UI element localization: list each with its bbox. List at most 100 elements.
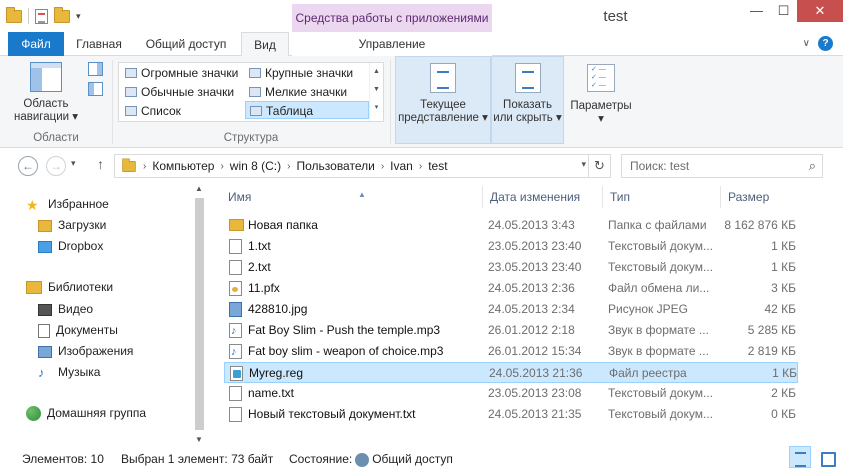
file-name: 11.pfx <box>248 281 280 295</box>
nav-label: Загрузки <box>58 218 107 232</box>
quick-access-toolbar: ▾ <box>6 6 81 24</box>
file-name: 1.txt <box>248 239 271 253</box>
pfx-file-icon <box>229 281 242 296</box>
layout-gallery-scroll[interactable]: ▲ ▼ ▾ <box>369 63 383 121</box>
address-dropdown-icon[interactable]: ▾ <box>581 159 586 170</box>
file-date: 24.05.2013 2:36 <box>488 281 575 295</box>
layout-large[interactable]: Крупные значки <box>245 64 367 82</box>
nav-homegroup[interactable]: Домашняя группа <box>26 403 146 423</box>
breadcrumb-separator[interactable]: › <box>141 161 148 172</box>
refresh-button[interactable]: ↻ <box>588 155 610 177</box>
file-name: Myreg.reg <box>249 366 304 380</box>
file-name: Fat Boy Slim - Push the temple.mp3 <box>248 323 441 337</box>
documents-icon <box>38 323 50 338</box>
layout-small[interactable]: Мелкие значки <box>245 83 367 101</box>
breadcrumb-users[interactable]: Пользователи <box>292 159 378 173</box>
forward-button[interactable]: → <box>46 156 66 176</box>
folder-file-icon <box>229 219 244 231</box>
minimize-button[interactable]: — <box>743 0 770 22</box>
nav-libraries[interactable]: Библиотеки <box>26 277 113 297</box>
layout-medium[interactable]: Обычные значки <box>121 83 243 101</box>
file-size: 1 КБ <box>771 239 796 253</box>
file-row[interactable]: 11.pfx 24.05.2013 2:36 Файл обмена ли... 3 … <box>224 278 798 299</box>
tab-view[interactable]: Вид <box>241 32 289 57</box>
new-folder-icon[interactable] <box>54 6 70 23</box>
ribbon-right-controls: ∨ ? <box>803 36 833 51</box>
column-header-size[interactable]: Размер <box>720 184 800 210</box>
file-name: 2.txt <box>248 260 271 274</box>
column-header-name[interactable]: Имя ▲ <box>220 184 482 210</box>
preview-pane-icon[interactable] <box>88 62 103 76</box>
dropbox-icon <box>38 240 52 253</box>
nav-video[interactable]: Видео <box>38 299 93 319</box>
current-view-button[interactable]: Текущее представление ▾ <box>395 56 491 144</box>
scrollbar-thumb[interactable] <box>195 198 204 430</box>
folder-icon[interactable] <box>6 6 22 23</box>
file-row[interactable]: Новый текстовый документ.txt 24.05.2013 2… <box>224 404 798 425</box>
show-hide-button[interactable]: Показать или скрыть ▾ <box>491 56 564 144</box>
file-row[interactable]: Myreg.reg 24.05.2013 21:36 Файл реестра 1 К… <box>224 362 798 383</box>
file-name: Новая папка <box>248 218 318 232</box>
group-label-layout: Структура <box>223 132 279 144</box>
file-row[interactable]: name.txt 23.05.2013 23:08 Текстовый докум.… <box>224 383 798 404</box>
breadcrumb-separator[interactable]: › <box>417 161 424 172</box>
details-view-toggle[interactable] <box>789 446 811 468</box>
back-button[interactable]: ← <box>18 156 38 176</box>
nav-images[interactable]: Изображения <box>38 341 133 361</box>
breadcrumb-separator[interactable]: › <box>285 161 292 172</box>
show-hide-icon <box>514 63 541 93</box>
maximize-button[interactable]: ☐ <box>770 0 797 22</box>
file-row[interactable]: 428810.jpg 24.05.2013 2:34 Рисунок JPEG 42 … <box>224 299 798 320</box>
file-row[interactable]: Новая папка 24.05.2013 3:43 Папка с файлам… <box>224 215 798 236</box>
breadcrumb-user[interactable]: Ivan <box>386 159 417 173</box>
collapse-ribbon-icon[interactable]: ∨ <box>803 38 810 49</box>
options-button[interactable]: Параметры▾ <box>568 56 634 126</box>
tab-share[interactable]: Общий доступ <box>136 32 236 56</box>
nav-favorites[interactable]: ★ Избранное <box>26 194 109 214</box>
jpg-file-icon <box>229 302 242 317</box>
file-row[interactable]: Fat boy slim - weapon of choice.mp3 26.01… <box>224 341 798 362</box>
nav-documents[interactable]: Документы <box>38 320 118 340</box>
search-input[interactable]: Поиск: test ⌕ <box>621 154 823 178</box>
file-name: name.txt <box>248 386 295 400</box>
large-icons-view-toggle[interactable] <box>815 446 837 468</box>
breadcrumb-drive[interactable]: win 8 (C:) <box>226 159 285 173</box>
nav-downloads[interactable]: Загрузки <box>38 215 106 235</box>
help-icon[interactable]: ? <box>818 36 833 51</box>
column-header-date[interactable]: Дата изменения <box>482 184 602 210</box>
up-button[interactable]: ↑ <box>97 156 104 172</box>
nav-label: Изображения <box>58 344 134 358</box>
file-row[interactable]: Fat Boy Slim - Push the temple.mp3 26.01.… <box>224 320 798 341</box>
nav-pane-button[interactable]: Область навигации ▾ <box>8 62 84 124</box>
search-icon[interactable]: ⌕ <box>809 155 816 177</box>
layout-extra-large[interactable]: Огромные значки <box>121 64 243 82</box>
scroll-down-icon[interactable]: ▼ <box>195 435 203 444</box>
close-button[interactable]: ✕ <box>797 0 843 22</box>
address-bar[interactable]: › Компьютер › win 8 (C:) › Пользователи … <box>114 154 611 178</box>
nav-music[interactable]: ♪ Музыка <box>38 362 100 382</box>
tab-manage[interactable]: Управление <box>292 32 492 56</box>
layout-list[interactable]: Список <box>121 102 243 120</box>
recent-locations-icon[interactable]: ▾ <box>71 158 76 169</box>
breadcrumb-separator[interactable]: › <box>379 161 386 172</box>
details-pane-icon[interactable] <box>88 82 103 96</box>
column-header-type[interactable]: Тип <box>602 184 720 210</box>
tab-file[interactable]: Файл <box>8 32 64 56</box>
qat-dropdown-icon[interactable]: ▾ <box>76 11 81 22</box>
tab-home[interactable]: Главная <box>66 32 132 56</box>
file-row[interactable]: 2.txt 23.05.2013 23:40 Текстовый докум... 1… <box>224 257 798 278</box>
file-row[interactable]: 1.txt 23.05.2013 23:40 Текстовый докум... 1… <box>224 236 798 257</box>
txt-file-icon <box>229 386 242 401</box>
breadcrumb-separator[interactable]: › <box>218 161 225 172</box>
nav-pane-scrollbar[interactable]: ▲ ▼ <box>192 184 207 446</box>
sort-by-icon <box>430 63 456 93</box>
txt-file-icon <box>229 239 242 254</box>
breadcrumb-computer[interactable]: Компьютер <box>148 159 218 173</box>
breadcrumb-current[interactable]: test <box>424 159 451 173</box>
nav-label: Dropbox <box>58 239 104 253</box>
layout-details[interactable]: Таблица <box>245 101 369 119</box>
file-date: 24.05.2013 21:36 <box>489 366 583 380</box>
properties-icon[interactable] <box>35 8 48 24</box>
scroll-up-icon[interactable]: ▲ <box>195 184 203 193</box>
nav-dropbox[interactable]: Dropbox <box>38 236 103 256</box>
